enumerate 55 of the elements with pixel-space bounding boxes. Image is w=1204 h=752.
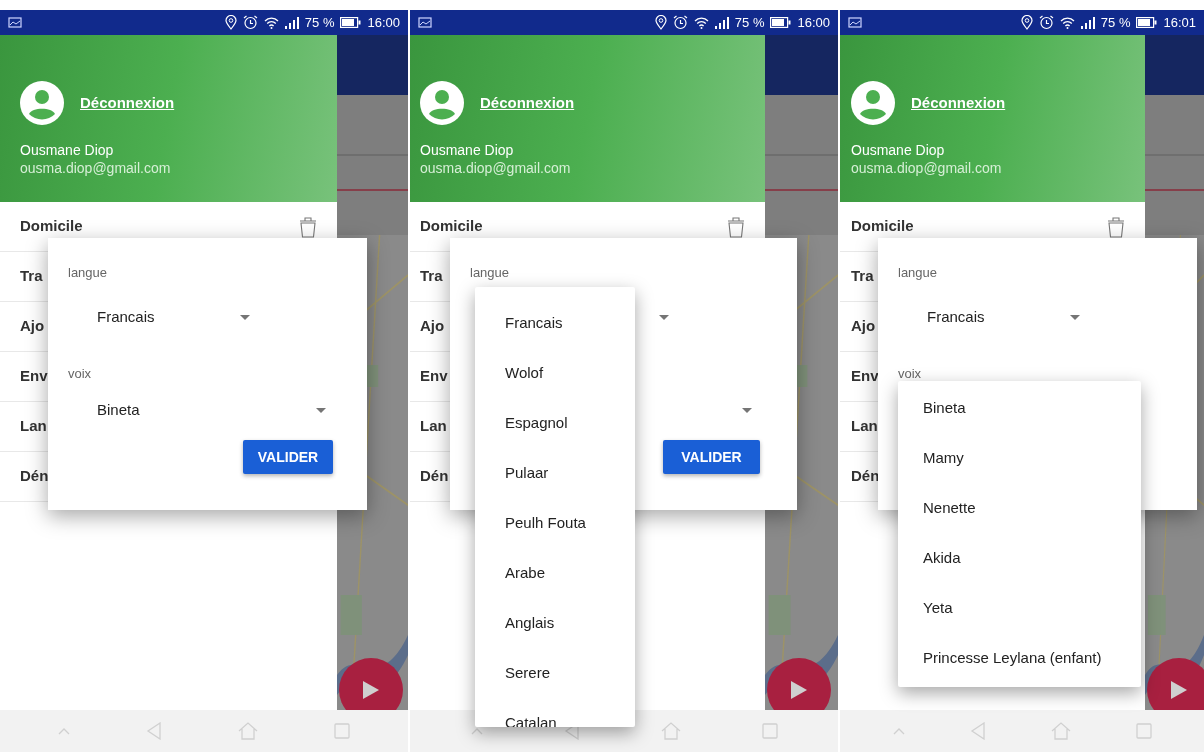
language-dropdown[interactable]: Francais [97,299,250,335]
menu-item[interactable]: Ajo [420,315,445,338]
menu-item[interactable]: Env [20,365,48,388]
menu-item[interactable]: Lan [851,415,878,438]
user-name: Ousmane Diop [420,141,515,159]
menu-option[interactable]: Mamy [898,433,1141,483]
menu-item[interactable]: Tra [20,265,43,288]
menu-item[interactable]: Tra [851,265,874,288]
menu-item[interactable]: Lan [20,415,47,438]
menu-option[interactable]: Bineta [898,383,1141,433]
user-name: Ousmane Diop [20,141,115,159]
user-name: Ousmane Diop [851,141,946,159]
menu-option[interactable]: Serere [475,648,635,698]
menu-option[interactable]: Pulaar [475,448,635,498]
menu-option[interactable]: Catalan [475,698,635,727]
user-email: ousma.diop@gmail.com [851,159,1003,177]
validate-button[interactable]: VALIDER [243,440,333,474]
voice-dropdown[interactable]: Bineta [97,392,327,428]
field-label: voix [68,365,92,383]
menu-option[interactable]: Anglais [475,598,635,648]
menu-option[interactable]: Akida [898,533,1141,583]
validate-button[interactable]: VALIDER [663,440,760,474]
menu-option[interactable]: Wolof [475,348,635,398]
menu-item[interactable]: Env [420,365,448,388]
field-label: voix [898,365,922,383]
field-label: langue [68,264,108,282]
menu-option[interactable]: Peulh Fouta [475,498,635,548]
menu-item[interactable]: Dén [420,465,449,488]
menu-item[interactable]: Tra [420,265,443,288]
clock-time: 16:01 [1163,13,1196,32]
battery-level: 75 % [734,13,765,32]
menu-option[interactable]: Arabe [475,548,635,598]
battery-level: 75 % [304,13,335,32]
menu-item[interactable]: Ajo [20,315,45,338]
menu-option[interactable]: Yeta [898,583,1141,633]
menu-item[interactable]: Lan [420,415,447,438]
clock-time: 16:00 [797,13,830,32]
menu-item[interactable]: Env [851,365,879,388]
menu-item[interactable]: Domicile [420,215,483,238]
menu-option[interactable]: Princesse Leylana (enfant) [898,633,1141,683]
menu-item[interactable]: Dén [851,465,880,488]
menu-item[interactable]: Domicile [20,215,83,238]
menu-item[interactable]: Dén [20,465,49,488]
menu-item[interactable]: Domicile [851,215,914,238]
menu-option[interactable]: Espagnol [475,398,635,448]
user-email: ousma.diop@gmail.com [20,159,172,177]
language-dropdown[interactable]: Francais [927,299,1080,335]
menu-option[interactable]: Nenette [898,483,1141,533]
clock-time: 16:00 [367,13,400,32]
menu-option[interactable]: Francais [475,298,635,348]
field-label: langue [470,264,510,282]
menu-item[interactable]: Ajo [851,315,876,338]
battery-level: 75 % [1100,13,1131,32]
user-email: ousma.diop@gmail.com [420,159,572,177]
field-label: langue [898,264,938,282]
